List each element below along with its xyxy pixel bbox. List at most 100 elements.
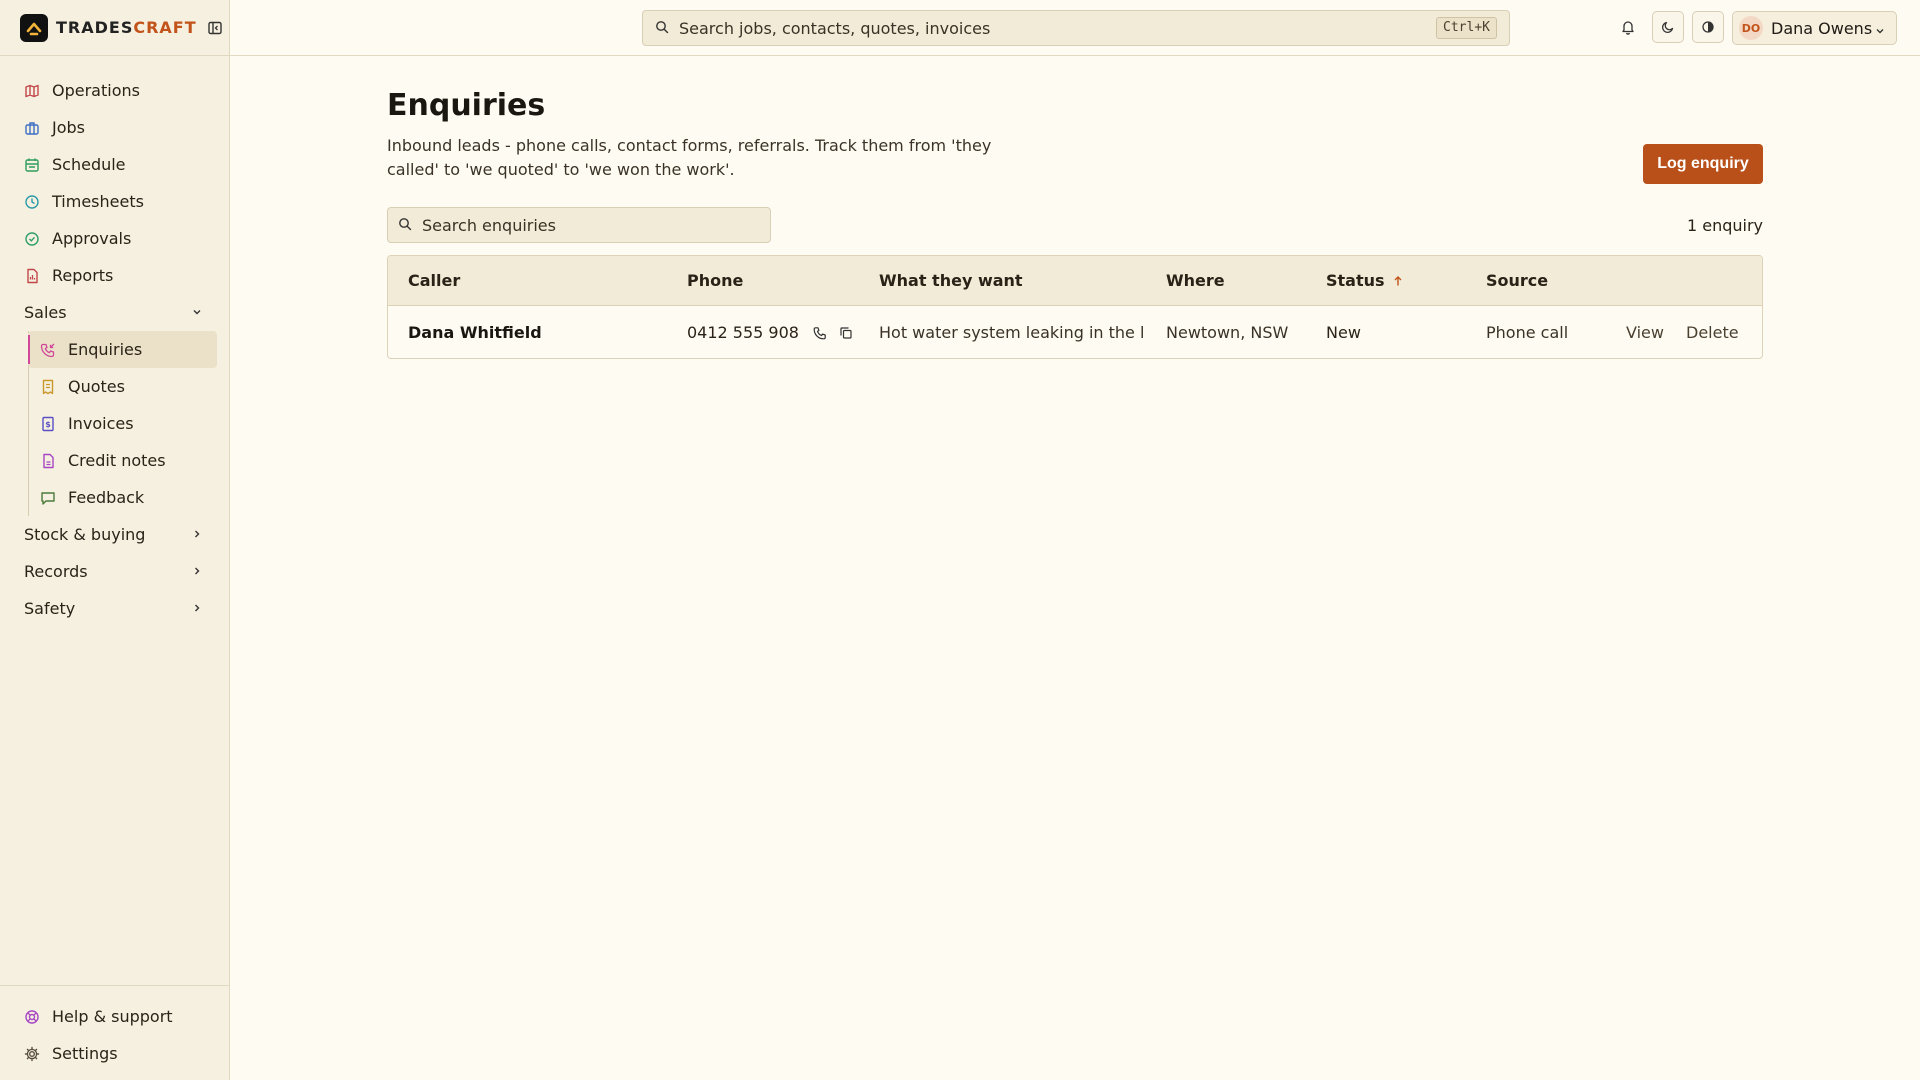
sidebar-group-records[interactable]: Records	[0, 553, 229, 590]
invoice-icon: $	[40, 416, 56, 432]
global-search-placeholder: Search jobs, contacts, quotes, invoices	[679, 18, 991, 38]
brand: TRADESCRAFT	[0, 0, 229, 56]
sidebar-item-quotes[interactable]: Quotes	[28, 368, 217, 405]
chevron-right-icon	[191, 525, 203, 544]
sidebar-group-safety[interactable]: Safety	[0, 590, 229, 627]
user-menu-button[interactable]: DO Dana Owens	[1732, 11, 1897, 45]
column-header-source[interactable]: Source	[1486, 256, 1548, 305]
calendar-icon	[24, 157, 40, 173]
column-header-phone[interactable]: Phone	[687, 256, 743, 305]
sidebar-group-label: Safety	[24, 599, 76, 618]
enquiries-search-input[interactable]: Search enquiries	[387, 207, 771, 243]
sidebar-item-reports[interactable]: Reports	[0, 257, 229, 294]
sidebar-item-label: Settings	[52, 1044, 118, 1063]
enquiry-count: 1 enquiry	[1686, 216, 1763, 235]
column-header-where[interactable]: Where	[1166, 256, 1225, 305]
sidebar-item-label: Help & support	[52, 1007, 173, 1026]
log-enquiry-button[interactable]: Log enquiry	[1643, 144, 1763, 184]
search-icon	[398, 216, 412, 235]
sidebar-item-label: Operations	[52, 81, 140, 100]
status-badge: New	[1326, 323, 1361, 342]
chevron-down-icon	[1874, 22, 1886, 41]
sidebar-group-sales[interactable]: Sales	[0, 294, 229, 331]
file-chart-icon	[24, 268, 40, 284]
main-nav: Operations Jobs Schedule Timesheets Appr…	[0, 56, 229, 627]
tradescraft-logo-icon[interactable]	[20, 13, 48, 42]
sidebar-group-stock-buying[interactable]: Stock & buying	[0, 516, 229, 553]
chevron-right-icon	[191, 599, 203, 618]
sidebar-item-label: Timesheets	[52, 192, 144, 211]
sidebar-item-label: Credit notes	[68, 451, 166, 470]
sidebar-item-label: Feedback	[68, 488, 145, 507]
column-header-caller[interactable]: Caller	[408, 256, 460, 305]
phone-incoming-icon	[40, 342, 56, 358]
sidebar-item-label: Schedule	[52, 155, 126, 174]
sidebar: TRADESCRAFT Operations Jobs Schedule Tim…	[0, 0, 230, 1080]
lifebuoy-icon	[24, 1009, 40, 1025]
phone-call-icon[interactable]	[813, 326, 827, 340]
clock-icon	[24, 194, 40, 210]
sidebar-group-label: Records	[24, 562, 88, 581]
source-text: Phone call	[1486, 323, 1569, 342]
contrast-icon[interactable]	[1692, 11, 1724, 43]
sales-subnav: Enquiries Quotes $ Invoices Credit notes…	[28, 331, 229, 516]
global-search-input[interactable]: Search jobs, contacts, quotes, invoices …	[642, 10, 1510, 46]
what-they-want-cell: Hot water system leaking in the laundry	[879, 306, 1143, 358]
delete-button[interactable]: Delete	[1686, 306, 1739, 358]
sidebar-item-invoices[interactable]: $ Invoices	[28, 405, 217, 442]
sidebar-item-enquiries[interactable]: Enquiries	[28, 331, 217, 368]
sidebar-item-feedback[interactable]: Feedback	[28, 479, 217, 516]
sidebar-item-credit-notes[interactable]: Credit notes	[28, 442, 217, 479]
notifications-bell-icon[interactable]	[1612, 11, 1644, 43]
page-description: Inbound leads - phone calls, contact for…	[387, 136, 992, 179]
brand-name-part2: CRAFT	[133, 18, 197, 37]
top-icon-group	[1612, 11, 1732, 43]
search-shortcut-badge: Ctrl+K	[1436, 17, 1497, 39]
sidebar-item-label: Quotes	[68, 377, 125, 396]
dark-mode-moon-icon[interactable]	[1652, 11, 1684, 43]
sidebar-item-label: Approvals	[52, 229, 132, 248]
message-square-icon	[40, 490, 56, 506]
table-row[interactable]: Dana Whitfield 0412 555 908 Hot water sy…	[388, 306, 1762, 358]
svg-text:$: $	[45, 420, 51, 429]
what-they-want-text: Hot water system leaking in the laundry	[879, 323, 1143, 342]
sidebar-item-timesheets[interactable]: Timesheets	[0, 183, 229, 220]
sidebar-item-help-support[interactable]: Help & support	[0, 998, 229, 1035]
column-header-status[interactable]: Status	[1326, 256, 1403, 305]
briefcase-icon	[24, 120, 40, 136]
sidebar-bottom: Help & support Settings	[0, 985, 229, 1080]
receipt-icon	[40, 379, 56, 395]
avatar: DO	[1739, 16, 1763, 40]
search-icon	[655, 19, 669, 38]
copy-icon[interactable]	[839, 326, 853, 340]
sidebar-item-label: Invoices	[68, 414, 134, 433]
brand-name: TRADESCRAFT	[56, 18, 197, 37]
brand-name-part1: TRADES	[56, 18, 134, 37]
sidebar-item-approvals[interactable]: Approvals	[0, 220, 229, 257]
column-header-what-they-want[interactable]: What they want	[879, 256, 1023, 305]
user-name: Dana Owens	[1771, 18, 1873, 38]
enquiries-table: Caller Phone What they want Where Status…	[387, 255, 1763, 359]
check-circle-icon	[24, 231, 40, 247]
table-header: Caller Phone What they want Where Status…	[388, 256, 1762, 306]
phone-cell: 0412 555 908	[687, 306, 853, 358]
sidebar-item-label: Jobs	[52, 118, 85, 137]
page-title: Enquiries	[387, 88, 546, 123]
sidebar-item-settings[interactable]: Settings	[0, 1035, 229, 1072]
sidebar-item-jobs[interactable]: Jobs	[0, 109, 229, 146]
enquiries-search-placeholder: Search enquiries	[422, 215, 556, 235]
sort-ascending-arrow-icon	[1393, 275, 1403, 287]
sidebar-item-operations[interactable]: Operations	[0, 72, 229, 109]
collapse-sidebar-icon[interactable]	[207, 20, 223, 36]
view-button[interactable]: View	[1626, 306, 1664, 358]
sidebar-item-label: Reports	[52, 266, 114, 285]
map-icon	[24, 83, 40, 99]
sidebar-item-label: Enquiries	[68, 340, 143, 359]
gear-icon	[24, 1046, 40, 1062]
sidebar-item-schedule[interactable]: Schedule	[0, 146, 229, 183]
chevron-down-icon	[191, 303, 203, 322]
chevron-right-icon	[191, 562, 203, 581]
caller-name[interactable]: Dana Whitfield	[408, 306, 542, 358]
phone-number: 0412 555 908	[687, 323, 799, 342]
file-icon	[40, 453, 56, 469]
